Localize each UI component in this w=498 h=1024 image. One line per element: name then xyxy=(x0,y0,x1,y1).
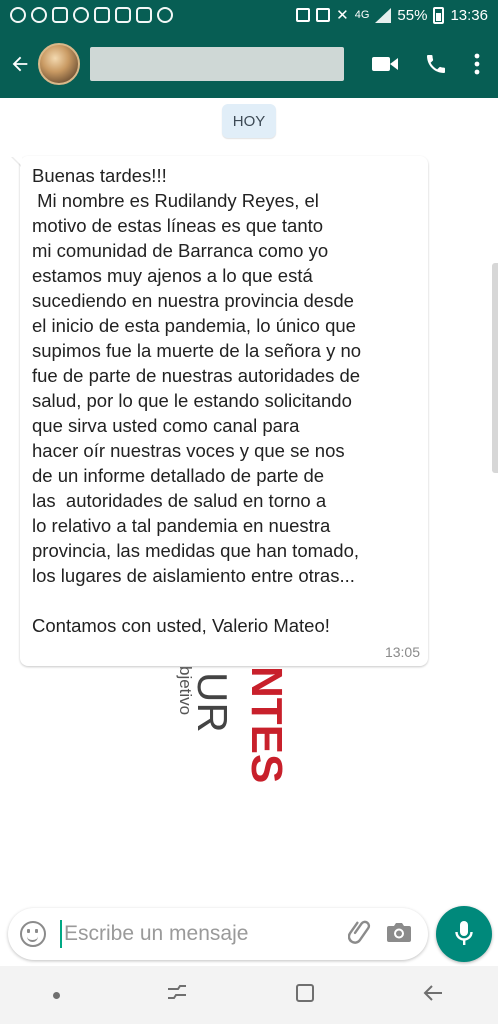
mic-button[interactable] xyxy=(436,906,492,962)
background-image-fragment: bjetivo UR NTES xyxy=(176,666,291,783)
bg-dark-text: UR xyxy=(189,672,236,733)
message-line: estamos muy ajenos a lo que está xyxy=(32,265,313,286)
signal-icon xyxy=(375,7,392,23)
recent-apps-icon[interactable] xyxy=(165,982,189,1009)
input-bar xyxy=(0,906,498,966)
instagram-notification-icon xyxy=(52,7,68,23)
instagram-notification-icon-2 xyxy=(94,7,110,23)
microphone-icon xyxy=(455,921,473,945)
message-line: los lugares de aislamiento entre otras..… xyxy=(32,565,355,586)
text-cursor xyxy=(60,920,62,948)
date-chip: HOY xyxy=(222,104,276,138)
message-line: supimos fue la muerte de la señora y no xyxy=(32,340,362,361)
status-bar: ✕ 4G 55% 13:36 xyxy=(0,0,498,30)
message-line: fue de parte de nuestras autoridades de xyxy=(32,365,361,386)
battery-percent: 55% xyxy=(397,6,428,24)
chrome-notification-icon xyxy=(73,7,89,23)
nav-dot-icon[interactable] xyxy=(52,991,60,999)
notification-icons xyxy=(10,7,173,23)
message-line: Contamos con usted, Valerio Mateo! xyxy=(32,615,330,636)
back-arrow-icon[interactable] xyxy=(2,30,38,98)
video-call-icon[interactable] xyxy=(372,55,398,73)
system-nav-bar xyxy=(0,966,498,1024)
message-compose-box[interactable] xyxy=(8,908,428,960)
gallery-notification-icon xyxy=(136,7,152,23)
attach-icon[interactable] xyxy=(347,919,372,950)
voice-call-icon[interactable] xyxy=(424,52,448,76)
instagram-notification-icon-3 xyxy=(115,7,131,23)
message-line: hacer oír nuestras voces y que se nos xyxy=(32,440,345,461)
message-line: mi comunidad de Barranca como yo xyxy=(32,240,329,261)
header-actions xyxy=(372,52,498,76)
message-line: Mi nombre es Rudilandy Reyes, el xyxy=(32,190,319,211)
message-line: motivo de estas líneas es que tanto xyxy=(32,215,324,236)
alarm-icon xyxy=(296,8,311,22)
messenger-notification-icon xyxy=(31,7,47,23)
network-type: 4G xyxy=(354,9,370,21)
system-status: ✕ 4G 55% 13:36 xyxy=(296,6,488,24)
home-icon[interactable] xyxy=(294,982,316,1009)
message-line: las autoridades de salud en torno a xyxy=(32,490,327,511)
chat-area[interactable]: HOY Buenas tardes!!! Mi nombre es Rudila… xyxy=(0,98,498,906)
contact-name[interactable] xyxy=(90,47,344,81)
message-line: que sirva usted como canal para xyxy=(32,415,300,436)
message-line: provincia, las medidas que han tomado, xyxy=(32,540,360,561)
message-line: sucediendo en nuestra provincia desde xyxy=(32,290,354,311)
nfc-icon xyxy=(316,8,331,22)
whatsapp-notification-icon xyxy=(10,7,26,23)
message-timestamp: 13:05 xyxy=(384,644,420,660)
clock: 13:36 xyxy=(450,6,488,24)
bg-red-text: NTES xyxy=(242,666,291,783)
camera-icon[interactable] xyxy=(386,921,412,948)
emoji-icon[interactable] xyxy=(20,921,46,947)
overflow-menu-icon[interactable] xyxy=(474,53,480,75)
chat-header xyxy=(0,30,498,98)
message-line: el inicio de esta pandemia, lo único que xyxy=(32,315,356,336)
message-input[interactable] xyxy=(64,922,324,946)
message-line: Buenas tardes!!! xyxy=(32,165,167,186)
scrollbar-handle[interactable] xyxy=(492,263,498,473)
mute-icon: ✕ xyxy=(336,7,349,24)
back-nav-icon[interactable] xyxy=(421,982,445,1009)
contact-avatar[interactable] xyxy=(38,43,80,85)
message-line: lo relativo a tal pandemia en nuestra xyxy=(32,515,331,536)
message-line: de un informe detallado de parte de xyxy=(32,465,325,486)
incoming-message-bubble[interactable]: Buenas tardes!!! Mi nombre es Rudilandy … xyxy=(20,156,428,666)
message-line: salud, por lo que le estando solicitando xyxy=(32,390,352,411)
battery-icon xyxy=(433,6,445,24)
sync-notification-icon xyxy=(157,7,173,23)
